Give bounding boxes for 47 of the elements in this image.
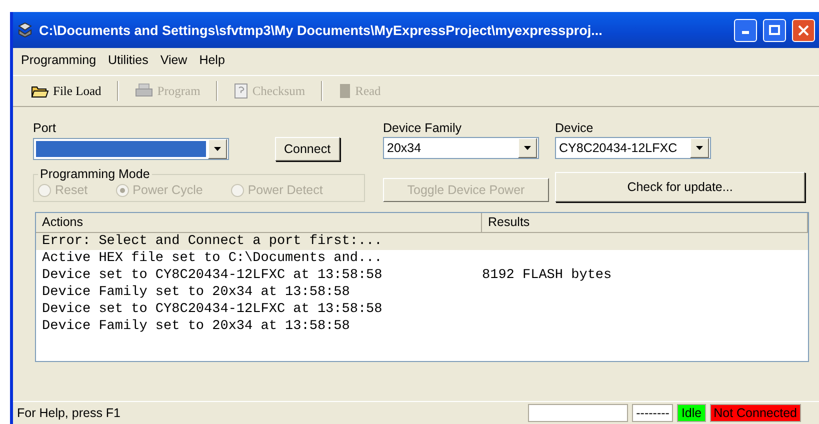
result-cell: 8192 FLASH bytes bbox=[482, 268, 612, 283]
action-cell-text: Device Family set to 20x34 at 13:58:58 bbox=[41, 285, 351, 300]
menu-item[interactable]: Help bbox=[193, 53, 231, 67]
connect-button[interactable]: Connect bbox=[275, 137, 340, 161]
printer-icon bbox=[135, 83, 154, 99]
log-row[interactable]: Active HEX file set to C:\Documents and... bbox=[36, 250, 808, 267]
action-cell-text: Device set to CY8C20434-12LFXC at 13:58:58 bbox=[41, 302, 384, 317]
port-dropdown[interactable] bbox=[33, 138, 229, 160]
action-cell-text: Device set to CY8C20434-12LFXC at 13:58:58 bbox=[41, 268, 384, 283]
menu-item[interactable]: View bbox=[154, 53, 194, 67]
programming-mode-group: Programming Mode Reset Power Cycle Power Detect bbox=[33, 167, 365, 202]
log-row[interactable]: Device Family set to 20x34 at 13:58:58 bbox=[36, 318, 808, 335]
minimize-button[interactable] bbox=[734, 18, 757, 42]
action-cell-text: Error: Select and Connect a port first:... bbox=[41, 234, 384, 249]
action-cell-text: Device Family set to 20x34 at 13:58:58 bbox=[41, 319, 351, 334]
dropdown-arrow-icon bbox=[696, 146, 703, 150]
status-pane: Not Connected bbox=[710, 404, 801, 422]
dropdown-arrow-icon bbox=[214, 147, 221, 151]
log-row[interactable]: Device set to CY8C20434-12LFXC at 13:58:58 8192 FLASH bytes bbox=[36, 267, 808, 284]
close-icon bbox=[798, 24, 809, 36]
app-icon bbox=[17, 22, 33, 38]
log-row[interactable]: Device set to CY8C20434-12LFXC at 13:58:58 bbox=[36, 301, 808, 318]
log-row[interactable]: Device Family set to 20x34 at 13:58:58 bbox=[36, 284, 808, 301]
status-pane: -------- bbox=[632, 404, 674, 422]
device-label: Device bbox=[555, 121, 594, 135]
device-dropdown[interactable]: CY8C20434-12LFXC bbox=[555, 137, 711, 159]
menu-item[interactable]: Utilities bbox=[102, 53, 154, 67]
toolbar-button[interactable]: File Load bbox=[21, 82, 112, 100]
document-icon bbox=[234, 83, 248, 99]
action-cell-text: Active HEX file set to C:\Documents and... bbox=[41, 251, 384, 266]
close-button[interactable] bbox=[792, 18, 815, 42]
status-pane: Idle bbox=[677, 404, 706, 422]
folder-icon bbox=[31, 84, 49, 98]
column-header[interactable]: Actions bbox=[36, 213, 482, 232]
status-text: For Help, press F1 bbox=[17, 406, 122, 420]
dropdown-arrow-icon bbox=[524, 146, 531, 150]
device-family-label: Device Family bbox=[383, 121, 462, 135]
column-header[interactable]: Results bbox=[482, 213, 808, 232]
maximize-button[interactable] bbox=[763, 18, 786, 42]
maximize-icon bbox=[769, 25, 780, 35]
port-label: Port bbox=[33, 121, 57, 135]
log-row[interactable]: Error: Select and Connect a port first:... bbox=[36, 233, 808, 250]
page-icon bbox=[339, 83, 352, 99]
window-title: C:\Documents and Settings\sfvtmp3\My Documents\MyExpressProject\myexpressproj... bbox=[39, 22, 604, 38]
device-family-dropdown[interactable]: 20x34 bbox=[383, 137, 539, 159]
check-update-button[interactable]: Check for update... bbox=[555, 172, 805, 202]
menu-item[interactable]: Programming bbox=[15, 53, 102, 67]
